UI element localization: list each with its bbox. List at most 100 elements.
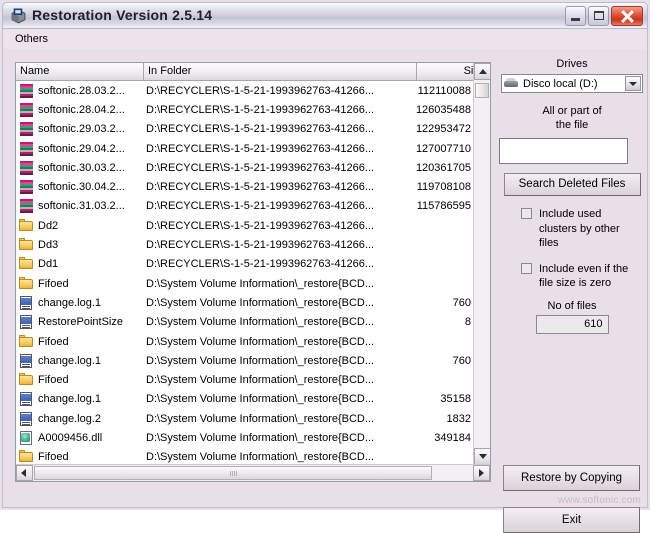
folder-icon [19, 373, 34, 387]
file-count-value: 610 [535, 314, 609, 334]
cell-size: 8 [464, 316, 471, 329]
watermark: www.softonic.com [557, 495, 641, 506]
scroll-right-button[interactable] [473, 465, 490, 481]
cell-name: Fifoed [16, 450, 146, 464]
horizontal-scroll-thumb[interactable] [34, 466, 432, 480]
table-row[interactable]: Fifoed D:\System Volume Information\_rest… [16, 274, 474, 293]
column-header-name[interactable]: Name [16, 63, 144, 81]
cell-name: softonic.29.04.2... [16, 141, 146, 156]
cell-in-folder: D:\RECYCLER\S-1-5-21-1993962763-41266... [146, 123, 375, 136]
cell-in-folder: D:\RECYCLER\S-1-5-21-1993962763-41266... [146, 239, 375, 252]
include-used-clusters-label: Include used clusters by other files [539, 208, 620, 249]
cell-name: softonic.29.03.2... [16, 122, 146, 137]
include-zero-size-row[interactable]: Include even if the file size is zero [521, 262, 641, 291]
archive-icon [19, 199, 34, 214]
cell-in-folder: D:\System Volume Information\_restore{BC… [146, 296, 375, 309]
file-name: RestorePointSize [38, 316, 123, 329]
cell-size: 349184 [434, 431, 471, 444]
cell-name: Dd3 [16, 238, 146, 252]
cell-name: A0009456.dll [16, 430, 146, 445]
column-header-in-folder[interactable]: In Folder [144, 63, 417, 81]
file-name: change.log.2 [38, 412, 101, 425]
chevron-up-icon [479, 69, 487, 74]
file-name: softonic.30.03.2... [38, 161, 125, 174]
menu-bar: Others [2, 29, 648, 49]
table-row[interactable]: softonic.29.03.2... D:\RECYCLER\S-1-5-21-… [16, 120, 474, 139]
title-bar: Restoration Version 2.5.14 [2, 2, 648, 29]
cell-name: softonic.28.03.2... [16, 83, 146, 98]
cell-in-folder: D:\RECYCLER\S-1-5-21-1993962763-41266... [146, 142, 375, 155]
scroll-down-button[interactable] [474, 448, 490, 465]
table-row[interactable]: softonic.28.03.2... D:\RECYCLER\S-1-5-21-… [16, 81, 474, 100]
table-row[interactable]: Fifoed D:\System Volume Information\_rest… [16, 332, 474, 351]
table-row[interactable]: Dd1 D:\RECYCLER\S-1-5-21-1993962763-41266… [16, 255, 474, 274]
drive-select[interactable]: Disco local (D:) [501, 74, 643, 93]
list-header: Name In Folder Size [16, 63, 490, 81]
folder-icon [19, 218, 34, 233]
filename-filter-input[interactable] [499, 138, 628, 164]
file-name: softonic.31.03.2... [38, 200, 125, 213]
maximize-icon [594, 11, 604, 20]
log-file-icon [19, 353, 34, 368]
grip-icon [230, 471, 237, 476]
restore-by-copying-button[interactable]: Restore by Copying [503, 465, 640, 491]
cell-size: 127007710 [415, 142, 471, 155]
cell-in-folder: D:\System Volume Information\_restore{BC… [146, 393, 375, 406]
exit-button[interactable]: Exit [503, 507, 640, 533]
scroll-left-button[interactable] [16, 465, 33, 481]
table-row[interactable]: change.log.1 D:\System Volume Information… [16, 390, 474, 409]
table-row[interactable]: change.log.1 D:\System Volume Information… [16, 351, 474, 370]
filter-label-line2: the file [555, 119, 589, 131]
menu-item-others[interactable]: Others [11, 32, 52, 46]
folder-icon [19, 450, 34, 464]
include-used-clusters-row[interactable]: Include used clusters by other files [521, 207, 641, 251]
horizontal-scrollbar[interactable] [16, 464, 490, 481]
vertical-scrollbar[interactable] [473, 63, 490, 465]
include-zero-size-checkbox[interactable] [521, 262, 532, 274]
table-row[interactable]: softonic.30.04.2... D:\RECYCLER\S-1-5-21-… [16, 177, 474, 196]
cell-size: 115786595 [416, 200, 471, 213]
scroll-up-button[interactable] [474, 63, 490, 80]
table-row[interactable]: Fifoed D:\System Volume Information\_rest… [16, 370, 474, 389]
close-button[interactable] [611, 6, 643, 26]
cell-name: RestorePointSize [16, 315, 146, 330]
table-row[interactable]: A0009456.dll D:\System Volume Information… [16, 428, 474, 447]
cell-size: 122953472 [415, 123, 471, 136]
log-file-icon [19, 295, 34, 310]
table-row[interactable]: softonic.29.04.2... D:\RECYCLER\S-1-5-21-… [16, 139, 474, 158]
vertical-scroll-thumb[interactable] [475, 83, 489, 98]
chevron-left-icon [21, 469, 26, 477]
cell-in-folder: D:\RECYCLER\S-1-5-21-1993962763-41266... [146, 219, 375, 232]
cell-size: 119708108 [416, 181, 471, 194]
maximize-button[interactable] [588, 6, 609, 26]
drive-select-arrow[interactable] [625, 76, 641, 91]
cell-name: Fifoed [16, 334, 146, 349]
minimize-button[interactable] [565, 6, 586, 26]
table-row[interactable]: softonic.31.03.2... D:\RECYCLER\S-1-5-21-… [16, 197, 474, 216]
cell-in-folder: D:\RECYCLER\S-1-5-21-1993962763-41266... [146, 103, 375, 116]
include-used-clusters-checkbox[interactable] [521, 208, 532, 219]
table-row[interactable]: Dd3 D:\RECYCLER\S-1-5-21-1993962763-41266… [16, 235, 474, 254]
cell-size: 760 [452, 296, 471, 309]
window-title: Restoration Version 2.5.14 [32, 7, 213, 23]
minimize-icon [571, 18, 580, 21]
file-name: softonic.28.03.2... [38, 84, 125, 97]
cell-in-folder: D:\System Volume Information\_restore{BC… [146, 412, 375, 425]
table-row[interactable]: softonic.30.03.2... D:\RECYCLER\S-1-5-21-… [16, 158, 474, 177]
search-deleted-files-button[interactable]: Search Deleted Files [503, 173, 641, 196]
log-file-icon [19, 315, 34, 330]
table-row[interactable]: change.log.2 D:\System Volume Information… [16, 409, 474, 428]
file-name: Fifoed [38, 277, 69, 290]
file-name: A0009456.dll [38, 431, 103, 444]
table-row[interactable]: Dd2 D:\RECYCLER\S-1-5-21-1993962763-41266… [16, 216, 474, 235]
filter-label-line1: All or part of [542, 105, 602, 117]
cell-name: change.log.1 [16, 295, 146, 310]
chevron-right-icon [479, 469, 484, 477]
table-row[interactable]: RestorePointSize D:\System Volume Informa… [16, 313, 474, 332]
table-row[interactable]: Fifoed D:\System Volume Information\_rest… [16, 448, 474, 465]
table-row[interactable]: change.log.1 D:\System Volume Information… [16, 293, 474, 312]
file-name: Dd2 [38, 219, 59, 232]
deleted-files-list[interactable]: Name In Folder Size softonic.28.03.2... D… [15, 62, 491, 482]
table-row[interactable]: softonic.28.04.2... D:\RECYCLER\S-1-5-21-… [16, 100, 474, 119]
file-name: change.log.1 [38, 393, 101, 406]
